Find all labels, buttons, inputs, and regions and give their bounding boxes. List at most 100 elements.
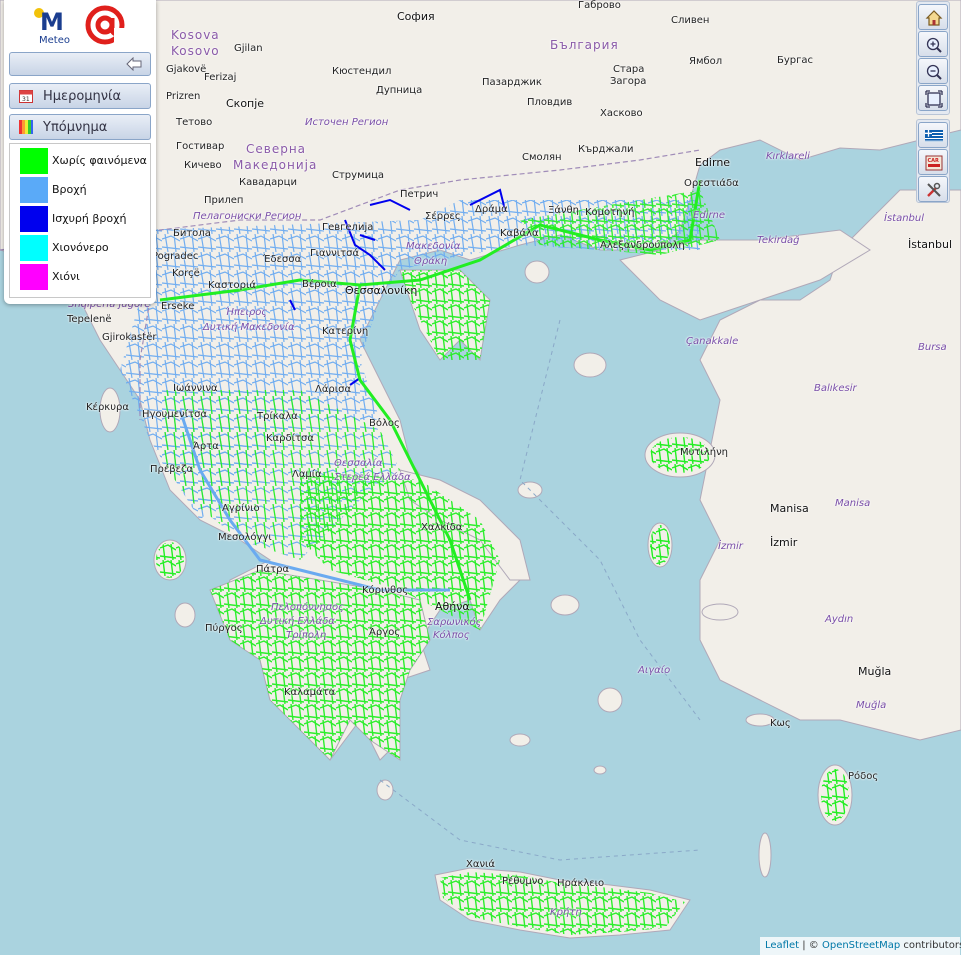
legend-item-rain: Βροχή [20, 177, 150, 203]
label-ipeiros: Ήπειρος [225, 307, 268, 318]
label-skopje: Скопје [226, 97, 265, 110]
at-logo-icon[interactable] [84, 4, 126, 46]
label-rethymno: Ρέθυμνο [502, 876, 544, 887]
label-karditsa: Καρδίτσα [266, 433, 314, 444]
label-alexandroupoli: Αλεξανδρούπολη [600, 240, 685, 251]
legend-label: Χιόνι [52, 270, 80, 283]
label-istochen-region: Источен Регион [305, 117, 389, 128]
label-gostivar: Гостивар [176, 141, 225, 152]
fit-extent-button[interactable] [918, 85, 948, 111]
meteo-logo-text: Meteo [39, 35, 70, 46]
date-button[interactable]: 31 Ημερομηνία [9, 83, 151, 109]
label-pogradec: Pogradec [152, 251, 199, 262]
legend-label: Βροχή [52, 183, 87, 196]
legend-swatch [20, 206, 48, 232]
osm-link[interactable]: OpenStreetMap [822, 940, 900, 951]
legend-label: Χωρίς φαινόμενα [52, 154, 147, 167]
label-komotini: Κομοτηνή [585, 207, 635, 218]
label-prizren: Prizren [166, 91, 201, 102]
legend-item-no-weather: Χωρίς φαινόμενα [20, 148, 150, 174]
logo-bar: M Meteo [4, 0, 156, 48]
label-ferizaj: Ferizaj [204, 72, 237, 83]
label-veroia: Βέροια [302, 279, 337, 290]
label-balikesir: Balıkesir [814, 383, 857, 394]
label-plovdiv: Пловдив [527, 97, 573, 108]
label-kirklareli: Kırklareli [766, 151, 810, 162]
label-makedonia-thraki-1: Μακεδονία [406, 241, 461, 252]
label-agrinio: Αγρίνιο [222, 503, 260, 514]
control-panel: M Meteo 31 Ημερομηνία Υπόμνημα Χωρίς φαι… [4, 0, 156, 304]
car-route-button[interactable]: CAR [918, 149, 948, 175]
label-giannitsa: Γιαννιτσά [310, 248, 360, 259]
attribution: Leaflet | © OpenStreetMap contributors [760, 937, 961, 955]
leaflet-link[interactable]: Leaflet [765, 940, 799, 951]
attribution-separator: | © [799, 940, 822, 951]
label-kichevo: Кичево [184, 160, 222, 171]
label-korinthos: Κόρινθος [362, 585, 409, 596]
color-palette-icon [19, 120, 33, 134]
label-canakkale: Çanakkale [686, 336, 739, 347]
svg-text:CAR: CAR [928, 158, 940, 164]
meteo-m-mark: M [40, 8, 64, 36]
label-dytiki-ellada: Δυτική Ελλάδα [260, 616, 335, 627]
label-kosova: Kosova [171, 28, 220, 42]
land-thasos [524, 260, 550, 284]
label-dupnitsa: Дупница [376, 85, 423, 96]
arrow-left-icon [126, 57, 142, 71]
label-thessalia: Θεσσαλία [334, 458, 383, 469]
label-mytilini: Μυτιλήνη [680, 447, 728, 458]
label-kos: Κως [770, 718, 791, 729]
legend-label: Χιονόνερο [52, 241, 109, 254]
label-gjakove: Gjakovë [166, 64, 207, 75]
legend-swatch [20, 177, 48, 203]
legend-item-sleet: Χιονόνερο [20, 235, 150, 261]
roads-clear-peloponnese [210, 570, 430, 760]
land-santorini [593, 765, 607, 775]
label-patra: Πάτρα [256, 564, 290, 575]
label-dytiki-makedonia: Δυτική Μακεδονία [203, 322, 295, 333]
label-ioannina: Ιωάννινα [173, 383, 218, 394]
label-mugla: Muğla [858, 665, 892, 678]
label-kavadarci: Кавадарци [239, 177, 297, 188]
label-drama: Δράμα [475, 204, 508, 215]
legend-swatch [20, 235, 48, 261]
label-chalkida: Χαλκίδα [421, 522, 463, 533]
label-gjilan: Gjilan [234, 43, 263, 54]
label-smolyan: Смолян [522, 152, 562, 163]
label-prilep: Прилеп [204, 195, 244, 206]
label-katerini: Κατερίνη [322, 326, 369, 337]
fit-extent-icon [925, 90, 943, 108]
land-naxos [597, 687, 623, 713]
collapse-panel-button[interactable] [9, 52, 151, 76]
tools-button[interactable] [918, 176, 948, 202]
language-button[interactable] [918, 122, 948, 148]
zoom-in-icon [926, 37, 942, 53]
legend-box: Χωρίς φαινόμενα Βροχή Ισχυρή βροχή Χιονό… [9, 143, 151, 298]
label-preveza: Πρέβεζα [150, 464, 194, 475]
label-bitola: Битола [173, 228, 211, 239]
label-manisa: Manisa [770, 502, 809, 515]
label-korce: Korçë [172, 268, 200, 279]
label-arta: Άρτα [193, 441, 219, 452]
label-serres: Σέρρες [425, 211, 461, 222]
meteo-logo[interactable]: M Meteo [32, 6, 80, 46]
home-button[interactable] [918, 4, 948, 30]
zoom-in-button[interactable] [918, 31, 948, 57]
legend-button[interactable]: Υπόμνημα [9, 114, 151, 140]
zoom-out-icon [926, 64, 942, 80]
label-gevgelija: Гевгелија [322, 222, 374, 233]
label-mesolongi: Μεσολόγγι [218, 532, 272, 543]
label-sofia: София [397, 10, 435, 23]
legend-item-heavy-rain: Ισχυρή βροχή [20, 206, 150, 232]
label-istanbul: İstanbul [908, 238, 953, 251]
label-rodos: Ρόδος [848, 771, 879, 782]
label-kastoria: Καστοριά [208, 280, 256, 291]
label-bursa: Bursa [918, 342, 947, 353]
zoom-out-button[interactable] [918, 58, 948, 84]
label-mugla-region: Muğla [856, 700, 887, 711]
label-stara-zagora-1: Стара [613, 64, 645, 75]
label-kriti: Κρήτη [550, 907, 582, 918]
label-saronikos-1: Σαρωνικός [427, 617, 482, 628]
label-athina: Αθήνα [435, 600, 470, 613]
legend-swatch [20, 264, 48, 290]
